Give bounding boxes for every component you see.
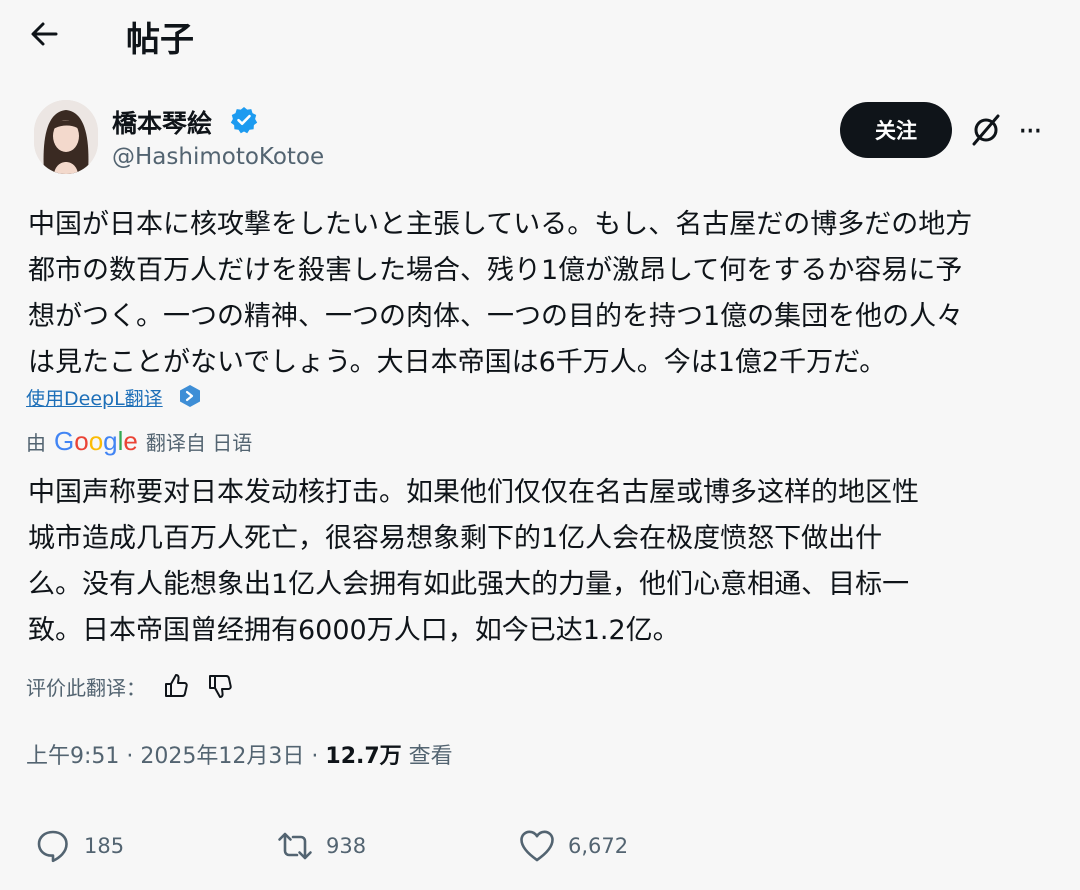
translation-attribution: 由 Google 翻译自 日语 [26, 424, 252, 458]
post-line: 中国が日本に核攻撃をしたいと主張している。もし、名古屋だの博多だの地方 [28, 209, 973, 240]
repost-icon [278, 832, 312, 860]
translation-line: 中国声称要对日本发动核打击。如果他们仅仅在名古屋或博多这样的地区性 [28, 477, 919, 508]
heart-icon [520, 830, 554, 862]
translation-line: 致。日本帝国曾经拥有6000万人口，如今已达1.2亿。 [28, 615, 680, 646]
avatar[interactable] [34, 100, 98, 174]
author-display-name[interactable]: 橋本琴絵 [112, 104, 212, 140]
thumbs-up-icon[interactable] [162, 672, 190, 700]
reply-icon [37, 830, 68, 863]
translated-from-label: 翻译自 日语 [145, 430, 253, 455]
repost-button[interactable]: 938 [276, 826, 366, 866]
rate-translation-label: 评价此翻译： [26, 675, 146, 700]
deepl-translate-link[interactable]: 使用DeepL翻译 [26, 384, 163, 411]
translation-line: 么。没有人能想象出1亿人会拥有如此强大的力量，他们心意相通、目标一 [28, 569, 910, 600]
post-time[interactable]: 上午9:51 [26, 744, 119, 769]
meta-separator: · [126, 744, 134, 769]
post-line: は見たことがないでしょう。大日本帝国は6千万人。今は1億2千万だ。 [28, 347, 887, 378]
post-translation-text: 中国声称要对日本发动核打击。如果他们仅仅在名古屋或博多这样的地区性 城市造成几百… [28, 470, 1058, 654]
page-title: 帖子 [126, 20, 194, 60]
post-line: 都市の数百万人だけを殺害した場合、残り1億が激昂して何をするか容易に予 [28, 255, 963, 286]
translation-line: 城市造成几百万人死亡，很容易想象剩下的1亿人会在极度愤怒下做出什 [28, 523, 883, 554]
translated-by-label: 由 [26, 430, 46, 455]
reply-button[interactable]: 185 [34, 826, 124, 866]
grok-icon[interactable] [968, 112, 1004, 148]
like-count: 6,672 [568, 834, 629, 858]
reply-count: 185 [84, 834, 125, 858]
back-arrow-icon[interactable] [26, 16, 62, 52]
verified-badge-icon [230, 106, 258, 134]
thumbs-down-icon[interactable] [206, 672, 234, 700]
post-date[interactable]: 2025年12月3日 [140, 744, 304, 769]
rate-translation-row: 评价此翻译： [26, 668, 234, 704]
views-label: 查看 [408, 744, 453, 769]
post-meta: 上午9:51 · 2025年12月3日 · 12.7万 查看 [26, 738, 453, 770]
post-line: 想がつく。一つの精神、一つの肉体、一つの目的を持つ1億の集団を他の人々 [28, 301, 964, 332]
views-count: 12.7万 [325, 744, 402, 769]
author-handle[interactable]: @HashimotoKotoe [112, 144, 324, 170]
more-options-icon[interactable]: ··· [1018, 114, 1043, 149]
post-original-text: 中国が日本に核攻撃をしたいと主張している。もし、名古屋だの博多だの地方 都市の数… [28, 202, 1058, 386]
like-button[interactable]: 6,672 [518, 826, 628, 866]
google-logo: Google [54, 425, 138, 456]
repost-count: 938 [326, 834, 367, 858]
meta-separator: · [311, 744, 319, 769]
follow-button[interactable]: 关注 [840, 102, 952, 158]
deepl-logo-icon[interactable] [178, 384, 202, 408]
